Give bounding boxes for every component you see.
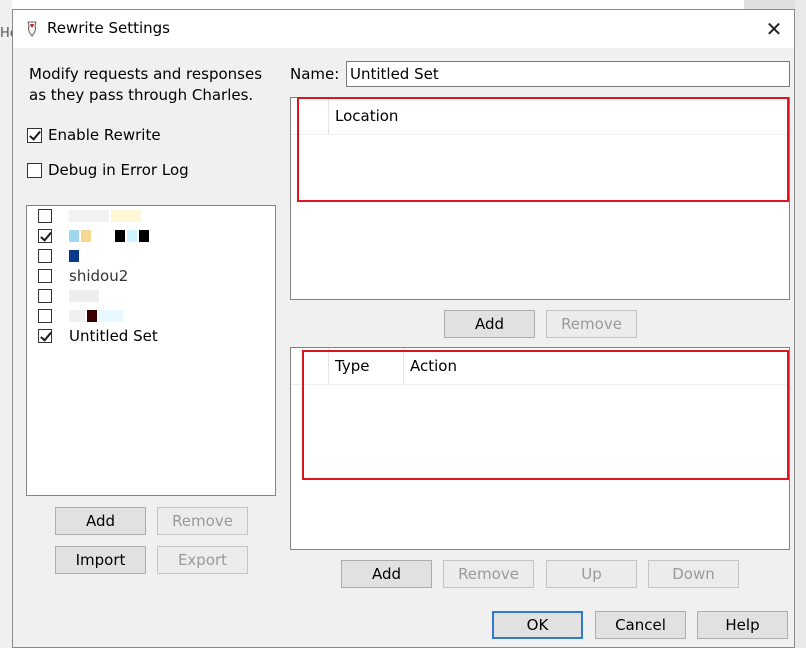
help-button[interactable]: Help <box>697 611 788 639</box>
enable-rewrite-checkbox[interactable]: Enable Rewrite <box>27 126 161 144</box>
rules-remove-button[interactable]: Remove <box>443 560 534 588</box>
close-icon[interactable]: ✕ <box>754 10 794 48</box>
import-button[interactable]: Import <box>55 546 146 574</box>
list-item[interactable]: shidou2 <box>38 266 128 286</box>
checkbox-checked[interactable] <box>27 127 42 143</box>
sets-remove-button[interactable]: Remove <box>157 507 248 535</box>
enable-rewrite-label: Enable Rewrite <box>48 126 161 144</box>
location-remove-button[interactable]: Remove <box>546 310 637 338</box>
description-text: Modify requests and responses as they pa… <box>29 65 263 104</box>
list-item-checkbox[interactable] <box>38 309 52 323</box>
rewrite-settings-dialog: Rewrite Settings ✕ Modify requests and r… <box>12 9 795 648</box>
parent-window-left: He <box>0 0 18 648</box>
list-item-checkbox[interactable] <box>38 209 52 223</box>
debug-error-log-label: Debug in Error Log <box>48 161 189 179</box>
name-input[interactable]: Untitled Set <box>346 61 790 87</box>
redacted-label <box>69 230 149 242</box>
title-bar[interactable]: Rewrite Settings ✕ <box>13 10 794 48</box>
rewrite-sets-list[interactable]: shidou2 Untitled Set <box>26 205 276 496</box>
rules-add-button[interactable]: Add <box>341 560 432 588</box>
parent-window-right <box>795 0 806 648</box>
list-item-checkbox[interactable] <box>38 329 52 343</box>
list-item[interactable] <box>38 246 79 266</box>
name-label: Name: <box>290 65 340 83</box>
list-item-checkbox[interactable] <box>38 229 52 243</box>
list-item[interactable] <box>38 206 141 226</box>
rules-up-button[interactable]: Up <box>546 560 637 588</box>
redacted-label <box>69 310 123 322</box>
debug-error-log-checkbox[interactable]: Debug in Error Log <box>27 161 189 179</box>
list-item-checkbox[interactable] <box>38 289 52 303</box>
list-item-checkbox[interactable] <box>38 249 52 263</box>
redacted-label <box>69 210 141 222</box>
sets-add-button[interactable]: Add <box>55 507 146 535</box>
export-button[interactable]: Export <box>157 546 248 574</box>
list-item[interactable] <box>38 306 123 326</box>
dialog-title: Rewrite Settings <box>47 19 170 37</box>
list-item-label: Untitled Set <box>69 327 158 345</box>
checkbox-unchecked[interactable] <box>27 162 42 178</box>
charles-app-icon <box>27 21 37 37</box>
list-item-checkbox[interactable] <box>38 269 52 283</box>
list-item[interactable] <box>38 226 149 246</box>
location-add-button[interactable]: Add <box>444 310 535 338</box>
list-item-label: shidou2 <box>69 267 129 285</box>
ok-button[interactable]: OK <box>492 611 583 639</box>
list-item[interactable]: Untitled Set <box>38 326 158 346</box>
highlight-box <box>297 97 789 202</box>
cancel-button[interactable]: Cancel <box>595 611 686 639</box>
rules-down-button[interactable]: Down <box>648 560 739 588</box>
redacted-label <box>69 290 99 302</box>
highlight-box <box>302 350 789 480</box>
redacted-label <box>69 250 79 262</box>
list-item[interactable] <box>38 286 99 306</box>
